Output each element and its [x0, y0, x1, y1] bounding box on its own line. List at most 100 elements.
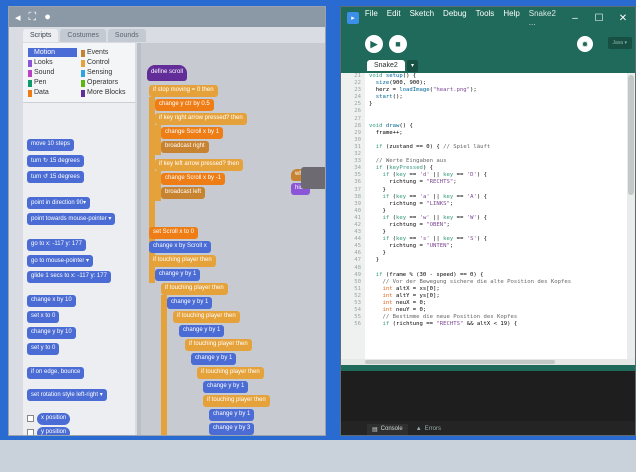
category-control[interactable]: Control — [81, 58, 130, 67]
mode-selector[interactable]: Java ▾ — [607, 37, 632, 49]
code-line[interactable]: 21 void setup() { — [341, 73, 627, 80]
if-touching-5[interactable]: if touching player then — [197, 367, 264, 379]
code-line[interactable]: 41 if (key == 'w' || key == 'W') { — [341, 215, 627, 222]
code-line[interactable]: 53 int neuX = 0; — [341, 300, 627, 307]
help-icon[interactable]: ● — [44, 11, 51, 23]
x-position-checkbox[interactable] — [27, 415, 34, 422]
broadcast-right-block[interactable]: broadcast right — [161, 141, 209, 153]
run-button[interactable]: ▶ — [365, 35, 383, 53]
category-events[interactable]: Events — [81, 48, 130, 57]
category-operators[interactable]: Operators — [81, 78, 130, 87]
code-line[interactable]: 51 int altX = xs[0]; — [341, 286, 627, 293]
category-sound[interactable]: Sound — [28, 68, 77, 77]
tab-costumes[interactable]: Costumes — [60, 29, 106, 42]
tab-menu-button[interactable]: ▾ — [407, 60, 418, 72]
block-turn-right[interactable]: turn ↻ 15 degrees — [27, 155, 84, 167]
code-line[interactable]: 42 richtung = "OBEN"; — [341, 222, 627, 229]
change-x-block[interactable]: change x by Scroll x — [149, 241, 211, 253]
set-scroll-block[interactable]: set Scroll x to 0 — [149, 227, 199, 239]
if-touching-2[interactable]: if touching player then — [161, 283, 228, 295]
console-area[interactable] — [341, 371, 635, 421]
code-line[interactable]: 24 start(); — [341, 94, 627, 101]
code-line[interactable]: 56 if (richtung == "RECHTS" && altX < 19… — [341, 321, 627, 328]
vertical-scrollbar[interactable] — [627, 73, 635, 365]
code-line[interactable]: 35 if (key == 'd' || key == 'D') { — [341, 172, 627, 179]
code-line[interactable]: 38 if (key == 'a' || key == 'A') { — [341, 194, 627, 201]
code-line[interactable]: 23 herz = loadImage("heart.png"); — [341, 87, 627, 94]
block-move[interactable]: move 10 steps — [27, 139, 75, 151]
change-y-2[interactable]: change y by 1 — [167, 297, 213, 309]
code-line[interactable]: 52 int altY = ys[0]; — [341, 293, 627, 300]
code-line[interactable]: 25} — [341, 101, 627, 108]
change-y-5[interactable]: change y by 1 — [203, 381, 249, 393]
change-scroll-block[interactable]: change Scroll x by 1 — [161, 127, 224, 139]
menu-edit[interactable]: Edit — [387, 9, 401, 27]
code-line[interactable]: 28 void draw() { — [341, 123, 627, 130]
change-scroll-neg-block[interactable]: change Scroll x by -1 — [161, 173, 226, 185]
block-goto[interactable]: go to mouse-pointer ▾ — [27, 255, 94, 267]
if-key-left-block[interactable]: if key left arrow pressed? then — [155, 159, 244, 171]
code-line[interactable]: 45 richtung = "UNTEN"; — [341, 243, 627, 250]
broadcast-left-block[interactable]: broadcast left — [161, 187, 206, 199]
reporter-x-position[interactable]: x position — [37, 413, 71, 425]
if-touching-6[interactable]: if touching player then — [203, 395, 270, 407]
block-glide[interactable]: glide 1 secs to x: -117 y: 177 — [27, 271, 111, 283]
code-line[interactable]: 31 if (zustand == 0) { // Spiel läuft — [341, 144, 627, 151]
change-y-1[interactable]: change y by 1 — [155, 269, 201, 281]
if-block[interactable]: if stop moving = 0 then — [149, 85, 218, 97]
menu-file[interactable]: File — [365, 9, 378, 27]
block-turn-left[interactable]: turn ↺ 15 degrees — [27, 171, 84, 183]
change-y-3[interactable]: change y by 1 — [179, 325, 225, 337]
code-line[interactable]: 30 — [341, 137, 627, 144]
tab-snake2[interactable]: Snake2 — [367, 60, 405, 71]
block-point-direction[interactable]: point in direction 90▾ — [27, 197, 91, 209]
if-touching-4[interactable]: if touching player then — [185, 339, 252, 351]
block-set-y[interactable]: set y to 0 — [27, 343, 60, 355]
change-y-7[interactable]: change y by 3 — [209, 423, 255, 435]
code-line[interactable]: 50 // Vor der Bewegung sichere die alte … — [341, 279, 627, 286]
scroll-thumb[interactable] — [628, 75, 634, 195]
stop-button[interactable]: ■ — [389, 35, 407, 53]
change-y-6[interactable]: change y by 1 — [209, 409, 255, 421]
code-line[interactable]: 40 } — [341, 208, 627, 215]
menu-help[interactable]: Help — [503, 9, 519, 27]
change-y-4[interactable]: change y by 1 — [191, 353, 237, 365]
code-line[interactable]: 37 } — [341, 187, 627, 194]
console-tab[interactable]: ▤ Console — [367, 423, 408, 435]
block-goto-xy[interactable]: go to x: -117 y: 177 — [27, 239, 86, 251]
category-looks[interactable]: Looks — [28, 58, 77, 67]
y-position-checkbox[interactable] — [27, 429, 34, 435]
fullscreen-icon[interactable]: ⛶ — [29, 11, 37, 24]
code-line[interactable]: 29 frame++; — [341, 130, 627, 137]
close-button[interactable]: ✕ — [611, 13, 635, 24]
block-bounce[interactable]: if on edge, bounce — [27, 367, 85, 379]
code-line[interactable]: 49 if (frame % (30 - speed) == 0) { — [341, 272, 627, 279]
code-line[interactable]: 55 // Bestimme die neue Position des Kop… — [341, 314, 627, 321]
code-line[interactable]: 39 richtung = "LINKS"; — [341, 201, 627, 208]
code-line[interactable]: 47 } — [341, 257, 627, 264]
code-line[interactable]: 34 if (keyPressed) { — [341, 165, 627, 172]
menu-sketch[interactable]: Sketch — [410, 9, 434, 27]
code-line[interactable]: 54 int neuY = 0; — [341, 307, 627, 314]
maximize-button[interactable]: ☐ — [587, 13, 611, 24]
code-line[interactable]: 33 // Werte Eingaben aus — [341, 158, 627, 165]
code-line[interactable]: 48 — [341, 265, 627, 272]
block-set-x[interactable]: set x to 0 — [27, 311, 60, 323]
block-change-x[interactable]: change x by 10 — [27, 295, 76, 307]
menu-tools[interactable]: Tools — [476, 9, 495, 27]
if-touching-1[interactable]: if touching player then — [149, 255, 216, 267]
hscroll-thumb[interactable] — [365, 360, 555, 364]
category-motion[interactable]: Motion — [28, 48, 77, 57]
category-pen[interactable]: Pen — [28, 78, 77, 87]
block-rotation-style[interactable]: set rotation style left-right ▾ — [27, 389, 107, 401]
define-block[interactable]: define scroll — [147, 65, 188, 81]
change-var-block[interactable]: change y ctr by 0.5 — [155, 99, 214, 111]
tab-scripts[interactable]: Scripts — [23, 29, 59, 42]
code-line[interactable]: 43 } — [341, 229, 627, 236]
script-area[interactable]: define scroll if stop moving = 0 then ch… — [141, 43, 325, 435]
block-change-y[interactable]: change y by 10 — [27, 327, 76, 339]
category-sensing[interactable]: Sensing — [81, 68, 130, 77]
menu-debug[interactable]: Debug — [443, 9, 467, 27]
errors-tab[interactable]: ▲ Errors — [416, 426, 441, 432]
minimize-button[interactable]: – — [563, 13, 587, 24]
